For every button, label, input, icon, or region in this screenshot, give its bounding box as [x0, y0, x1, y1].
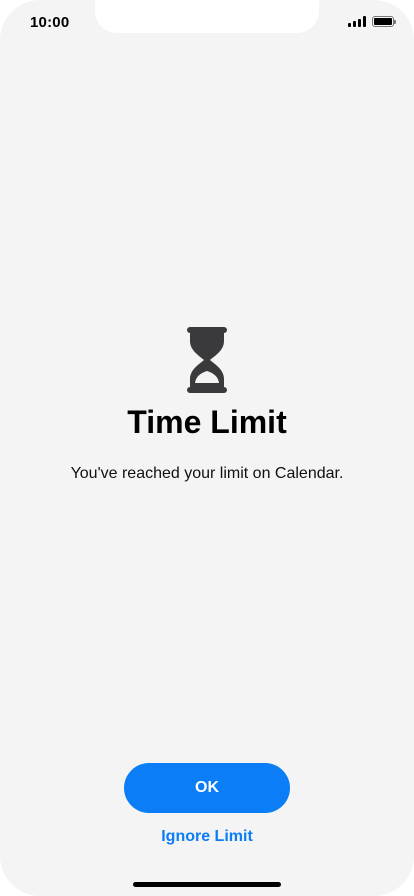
ignore-limit-button[interactable]: Ignore Limit	[0, 828, 414, 846]
status-icons	[348, 16, 396, 27]
ok-button[interactable]: OK	[124, 763, 290, 813]
phone-screen: 10:00 Time Limit You've reached your lim…	[0, 0, 414, 896]
signal-icon	[348, 16, 366, 27]
limit-message: You've reached your limit on Calendar.	[70, 465, 344, 482]
battery-icon	[372, 16, 396, 27]
status-time: 10:00	[30, 14, 70, 31]
page-title: Time Limit	[127, 404, 287, 440]
status-bar: 10:00	[0, 0, 414, 44]
home-indicator[interactable]	[133, 882, 281, 887]
hourglass-icon	[187, 327, 227, 393]
